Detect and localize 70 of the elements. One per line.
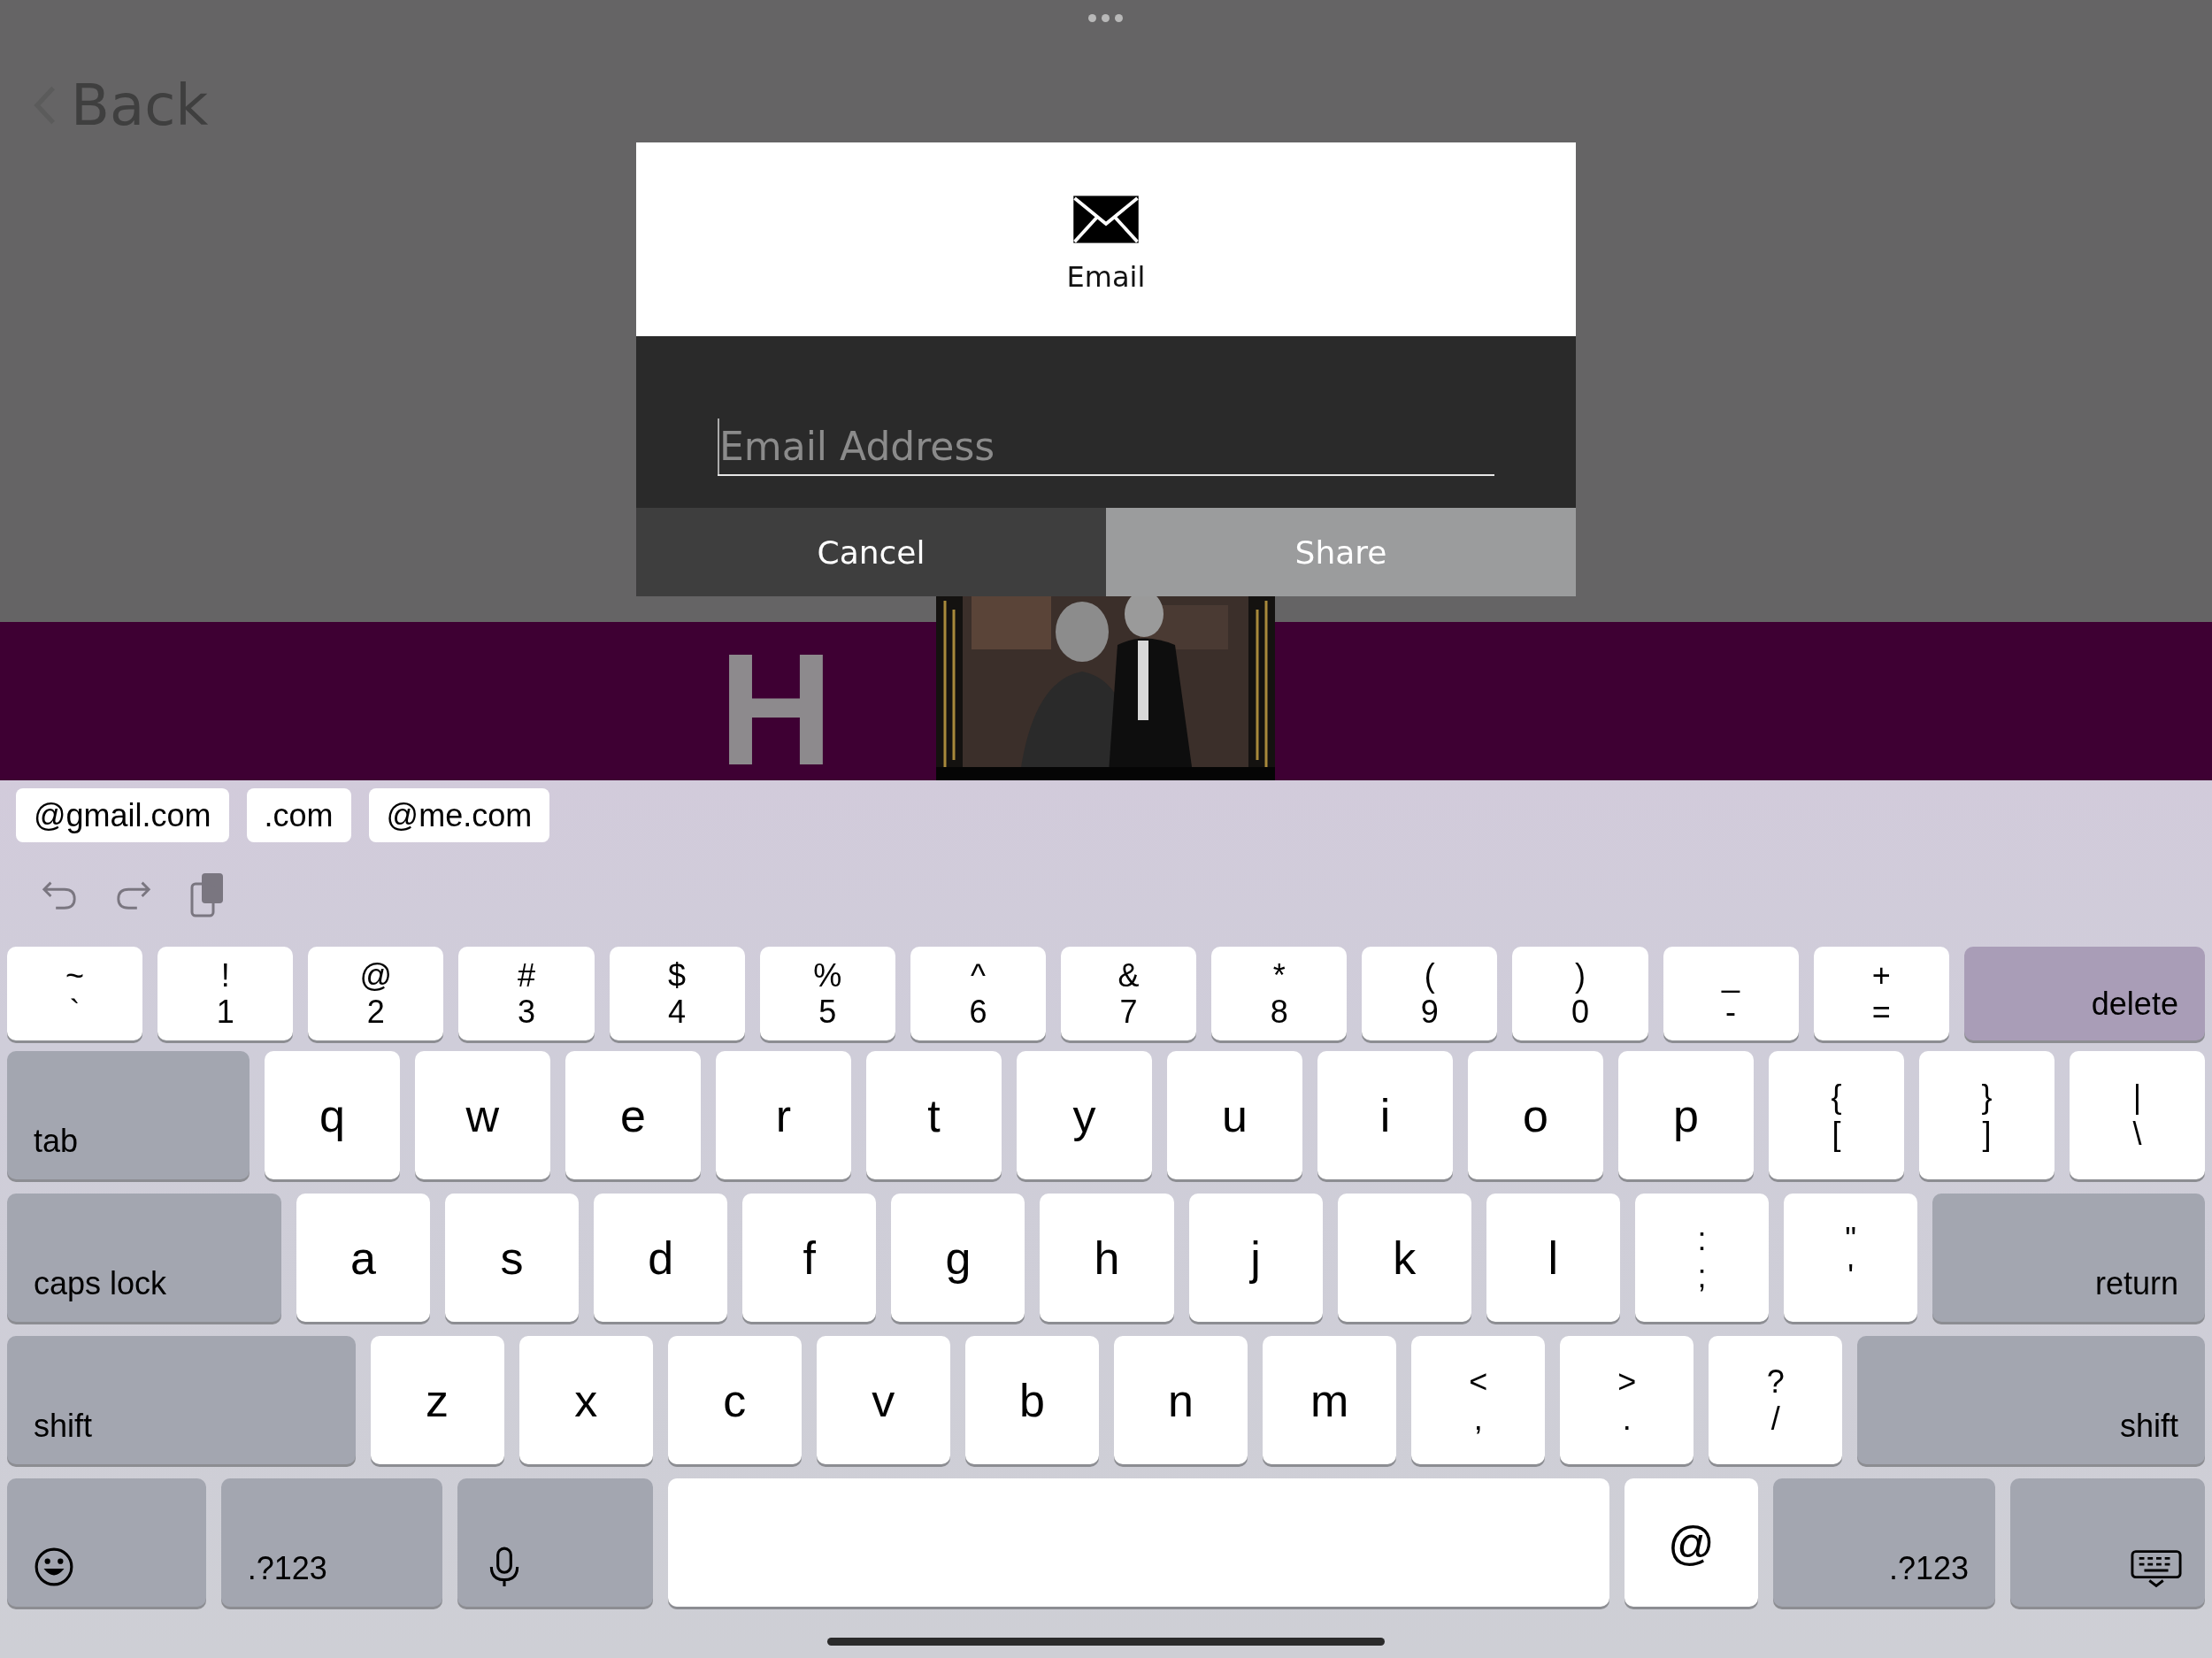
delete-key[interactable]: delete [1963,947,2205,1040]
letter-key[interactable]: j [1188,1194,1323,1322]
hide-keyboard-key[interactable] [2010,1478,2205,1607]
letter-key[interactable]: v [816,1336,950,1464]
symbol-key[interactable]: ~ ` [7,947,143,1040]
letter-key[interactable]: x [518,1336,653,1464]
letter-key[interactable]: i [1317,1051,1453,1179]
symbol-key[interactable]: # 3 [458,947,595,1040]
banner-text: H [718,630,842,780]
function-key[interactable]: tab [7,1051,250,1179]
smiley-icon [34,1547,74,1587]
more-dots-icon[interactable] [1088,14,1123,22]
letter-key[interactable]: t [865,1051,1002,1179]
letter-key[interactable]: d [594,1194,728,1322]
symbol-key[interactable]: ! 1 [157,947,294,1040]
suggestion-chip[interactable]: .com [246,788,351,842]
letter-key[interactable]: g [891,1194,1025,1322]
symbol-key[interactable]: % 5 [759,947,895,1040]
clipboard-icon[interactable] [189,871,225,917]
letter-key[interactable]: k [1337,1194,1471,1322]
letter-key[interactable]: p [1617,1051,1754,1179]
symbol-key[interactable]: ^ 6 [910,947,1046,1040]
envelope-icon [1072,194,1140,244]
letter-key[interactable]: c [667,1336,802,1464]
symbol-key[interactable]: @ 2 [308,947,444,1040]
symbol-key[interactable]: $ 4 [609,947,745,1040]
letter-key[interactable]: f [742,1194,877,1322]
symbol-key[interactable]: * 8 [1211,947,1348,1040]
letter-key[interactable]: a [296,1194,430,1322]
symbol-key[interactable]: < , [1411,1336,1546,1464]
symbol-key[interactable]: & 7 [1061,947,1197,1040]
letter-key[interactable]: z [370,1336,504,1464]
letter-key[interactable]: l [1486,1194,1620,1322]
letter-key[interactable]: q [264,1051,400,1179]
symbol-key[interactable]: _ - [1663,947,1799,1040]
cancel-button[interactable]: Cancel [636,508,1106,596]
symbol-key[interactable]: } ] [1919,1051,2055,1179]
letter-key[interactable]: e [565,1051,701,1179]
symbol-key[interactable]: ( 9 [1362,947,1498,1040]
letter-key[interactable]: @ [1624,1478,1759,1607]
symbol-key[interactable]: ) 0 [1512,947,1648,1040]
dialog-title: Email [1066,259,1146,294]
function-key[interactable]: .?123 [1773,1478,1996,1607]
letter-key[interactable]: u [1166,1051,1302,1179]
symbol-key[interactable]: + = [1813,947,1949,1040]
symbol-key[interactable]: ? / [1709,1336,1843,1464]
suggestion-chip[interactable]: @gmail.com [16,788,229,842]
email-field[interactable]: Email Address [718,418,1494,476]
letter-key[interactable]: y [1016,1051,1152,1179]
function-key[interactable]: shift [7,1336,356,1464]
letter-key[interactable]: h [1040,1194,1174,1322]
letter-key[interactable]: m [1263,1336,1397,1464]
symbol-key[interactable]: { [ [1769,1051,1904,1179]
letter-key[interactable]: w [414,1051,550,1179]
letter-key[interactable]: r [715,1051,851,1179]
letter-key[interactable]: b [964,1336,1099,1464]
emoji-key[interactable] [7,1478,206,1607]
function-key[interactable]: return [1932,1194,2206,1322]
letter-key[interactable]: s [444,1194,580,1322]
symbol-key[interactable]: " ' [1784,1194,1918,1322]
letter-key[interactable]: o [1467,1051,1603,1179]
keyboard-icon [2131,1548,2182,1589]
function-key[interactable]: .?123 [220,1478,442,1607]
letter-key[interactable]: n [1113,1336,1248,1464]
symbol-key[interactable]: | \ [2070,1051,2206,1179]
function-key[interactable]: caps lock [7,1194,281,1322]
suggestion-chip[interactable]: @me.com [368,788,550,842]
symbol-key[interactable]: > . [1560,1336,1694,1464]
function-key[interactable]: shift [1857,1336,2205,1464]
symbol-key[interactable]: : ; [1634,1194,1770,1322]
